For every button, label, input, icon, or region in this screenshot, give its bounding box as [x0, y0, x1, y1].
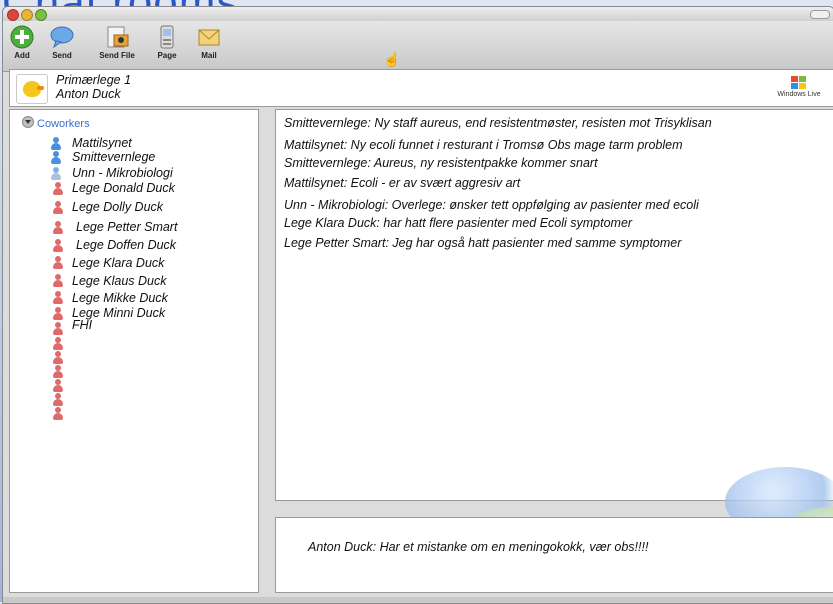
offline-person-icon — [52, 365, 64, 378]
windows-flag-icon — [791, 76, 807, 90]
offline-person-icon — [52, 274, 64, 287]
contacts-sidebar: Coworkers Mattilsynet Smittevernlege Unn… — [9, 109, 259, 593]
offline-person-icon — [52, 291, 64, 304]
speech-bubble-icon — [50, 25, 74, 49]
avatar[interactable] — [16, 74, 48, 104]
coworkers-group-header[interactable]: Coworkers — [22, 116, 90, 130]
add-icon — [10, 25, 34, 49]
offline-person-icon — [52, 221, 64, 234]
add-button[interactable]: Add — [9, 25, 35, 60]
pager-icon — [155, 25, 179, 49]
page-label: Page — [157, 51, 177, 60]
title-bar — [3, 7, 833, 21]
contact-item[interactable]: Lege Mikke Duck — [72, 291, 168, 305]
group-name: Primærlege 1 — [56, 73, 132, 87]
offline-person-icon — [52, 379, 64, 392]
offline-person-icon — [52, 307, 64, 320]
brand-label: Windows Live — [777, 91, 821, 98]
toolbar: Add Send Send File Page Mail ☝ — [3, 21, 833, 72]
messenger-window: Add Send Send File Page Mail ☝ Primærleg… — [2, 6, 833, 604]
mail-button[interactable]: Mail — [193, 25, 225, 60]
send-label: Send — [52, 51, 72, 60]
away-person-icon — [50, 167, 62, 180]
send-button[interactable]: Send — [47, 25, 77, 60]
offline-person-icon — [52, 322, 64, 335]
offline-person-icon — [52, 407, 64, 420]
chat-message: Smittevernlege: Aureus, ny resistentpakk… — [284, 156, 598, 170]
contact-item[interactable]: Lege Klaus Duck — [72, 274, 167, 288]
contact-item[interactable]: Unn - Mikrobiologi — [72, 166, 173, 180]
message-input[interactable]: Anton Duck: Har et mistanke om en mening… — [275, 517, 833, 593]
offline-person-icon — [52, 239, 64, 252]
chat-message: Lege Klara Duck: har hatt flere pasiente… — [284, 216, 633, 230]
chat-message: Lege Petter Smart: Jeg har også hatt pas… — [284, 236, 682, 250]
contact-item[interactable]: Lege Dolly Duck — [72, 200, 163, 214]
windows-live-logo: Windows Live — [769, 76, 829, 102]
send-file-button[interactable]: Send File — [97, 25, 137, 60]
contact-item[interactable]: Lege Petter Smart — [76, 220, 177, 234]
hand-cursor-icon: ☝ — [383, 51, 401, 67]
chat-transcript[interactable]: Smittevernlege: Ny staff aureus, end res… — [275, 109, 833, 501]
offline-person-icon — [52, 351, 64, 364]
contact-item[interactable]: FHI — [72, 318, 92, 332]
contact-item[interactable]: Mattilsynet — [72, 136, 132, 150]
close-button[interactable] — [7, 9, 19, 21]
mail-icon — [197, 25, 221, 49]
offline-person-icon — [52, 256, 64, 269]
offline-person-icon — [52, 337, 64, 350]
user-name: Anton Duck — [56, 87, 121, 101]
offline-person-icon — [52, 201, 64, 214]
status-bar — [3, 597, 833, 603]
chat-message: Mattilsynet: Ecoli - er av svært aggresi… — [284, 176, 521, 190]
mail-label: Mail — [201, 51, 217, 60]
offline-person-icon — [52, 393, 64, 406]
chat-message: Mattilsynet: Ny ecoli funnet i resturant… — [284, 138, 683, 152]
message-input-text[interactable]: Anton Duck: Har et mistanke om en mening… — [308, 540, 648, 554]
add-label: Add — [14, 51, 30, 60]
send-file-icon — [105, 25, 129, 49]
page-button[interactable]: Page — [151, 25, 183, 60]
contact-item[interactable]: Smittevernlege — [72, 150, 155, 164]
online-person-icon — [50, 137, 62, 150]
send-file-label: Send File — [99, 51, 135, 60]
coworkers-label: Coworkers — [37, 118, 90, 130]
contact-item[interactable]: Lege Klara Duck — [72, 256, 164, 270]
zoom-button[interactable] — [35, 9, 47, 21]
contact-item[interactable]: Lege Donald Duck — [72, 181, 175, 195]
disclosure-triangle-icon[interactable] — [22, 116, 34, 128]
account-header: Primærlege 1 Anton Duck Windows Live — [9, 69, 833, 107]
minimize-button[interactable] — [21, 9, 33, 21]
online-person-icon — [50, 151, 62, 164]
contact-item[interactable]: Lege Doffen Duck — [76, 238, 176, 252]
offline-person-icon — [52, 182, 64, 195]
chat-message: Smittevernlege: Ny staff aureus, end res… — [284, 116, 712, 130]
toolbar-toggle-button[interactable] — [810, 10, 830, 19]
chat-message: Unn - Mikrobiologi: Overlege: ønsker tet… — [284, 198, 699, 212]
